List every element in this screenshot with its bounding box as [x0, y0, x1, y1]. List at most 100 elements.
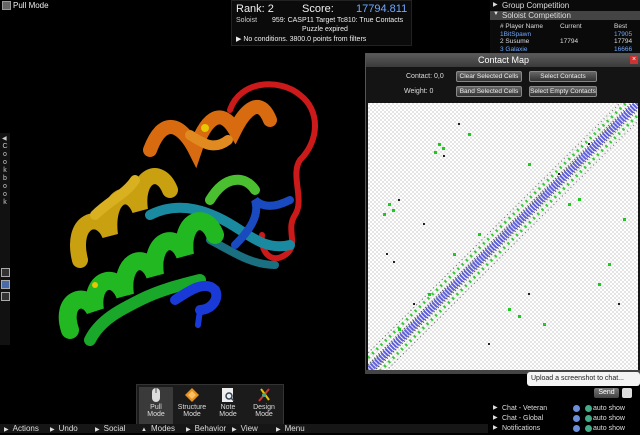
player-best: 16666 [614, 45, 633, 53]
player-name[interactable]: 3 Galaxie [500, 46, 527, 53]
view-menu[interactable]: ▶ View [232, 424, 258, 433]
toggle-icon[interactable] [585, 425, 592, 432]
group-competition-toggle[interactable]: ▶ Group Competition [490, 1, 640, 10]
score-value: 17794.811 [356, 3, 408, 15]
menu-label: View [240, 424, 258, 433]
mode-label: Pull [150, 404, 162, 411]
chat-channel-name: Chat - Veteran [502, 405, 548, 412]
chevron-right-icon: ▶ [493, 2, 498, 8]
chat-channel-name: Notifications [502, 425, 541, 432]
chevron-left-icon: ◀ [2, 136, 7, 142]
chevron-right-icon: ▶ [50, 427, 55, 433]
pull-mode-icon [2, 1, 11, 11]
recipe-icon[interactable] [1, 268, 10, 277]
mode-label: Mode [147, 411, 165, 418]
chevron-down-icon: ▼ [493, 11, 499, 17]
cookbook-letter: k [3, 199, 7, 206]
pull-mode-indicator[interactable]: Pull Mode [2, 1, 49, 11]
col-header: Best [614, 23, 628, 30]
select-empty-contacts-button[interactable]: Select Empty Contacts [529, 86, 597, 97]
undo-menu[interactable]: ▶ Undo [50, 424, 78, 433]
chat-channel-name: Chat - Global [502, 415, 544, 422]
chevron-right-icon: ▶ [186, 427, 191, 433]
mouse-icon [152, 388, 160, 402]
chevron-right-icon: ▶ [493, 415, 498, 421]
chevron-up-icon: ▲ [141, 427, 147, 433]
note-mode-button[interactable]: Note Mode [211, 387, 245, 425]
cookbook-letter: o [3, 151, 7, 158]
chevron-right-icon: ▶ [95, 427, 100, 433]
weight-readout: Weight: 0 [404, 88, 434, 95]
col-header: Current [560, 23, 582, 30]
puzzle-expired: Puzzle expired [302, 26, 348, 33]
conditions-toggle[interactable]: ▶ No conditions. 3800.0 points from filt… [236, 35, 366, 43]
player-name[interactable]: 1BitSpawn [500, 31, 531, 38]
screenshot-icon[interactable] [622, 388, 632, 398]
menu-label: Menu [284, 424, 305, 433]
toggle-icon[interactable] [585, 405, 592, 412]
cookbook-letter: o [3, 183, 7, 190]
chat-channel-veteran[interactable]: ▶ Chat - Veteran auto show [490, 404, 640, 413]
pull-mode-label: Pull Mode [13, 1, 49, 10]
menu-label: Undo [58, 424, 78, 433]
design-mode-button[interactable]: Design Mode [247, 387, 281, 425]
behavior-menu[interactable]: ▶ Behavior [186, 424, 226, 433]
cookbook-letter: o [3, 159, 7, 166]
close-icon[interactable]: × [630, 56, 638, 64]
chat-input[interactable]: Upload a screenshot to chat... [527, 372, 640, 386]
mode-label: Mode [255, 411, 273, 418]
chevron-right-icon: ▶ [276, 427, 281, 433]
modes-panel: Pull Mode Structure Mode Note Mode Desig… [136, 384, 284, 426]
info-icon[interactable] [573, 415, 580, 422]
pull-mode-button[interactable]: Pull Mode [139, 387, 173, 425]
auto-show-label: auto show [593, 415, 625, 422]
chat-channel-notifications[interactable]: ▶ Notifications auto show [490, 424, 640, 433]
clear-selected-cells-button[interactable]: Clear Selected Cells [456, 71, 522, 82]
info-icon[interactable] [573, 425, 580, 432]
contact-map-grid[interactable] [368, 103, 638, 371]
menu-label: Modes [150, 424, 175, 433]
structure-icon [185, 388, 199, 402]
mode-label: Mode [219, 411, 237, 418]
band-selected-cells-button[interactable]: Band Selected Cells [456, 86, 522, 97]
edit-icon[interactable] [1, 292, 10, 301]
soloist-competition-label: Soloist Competition [502, 11, 571, 20]
player-best: 17794 [614, 38, 633, 45]
contact-readout: Contact: 0,0 [406, 73, 444, 80]
table-row[interactable]: 2 Susume 17794 17794 [500, 38, 640, 46]
send-button[interactable]: Send [594, 388, 619, 398]
chevron-right-icon: ▶ [493, 425, 498, 431]
chat-channel-global[interactable]: ▶ Chat - Global auto show [490, 414, 640, 423]
folder-icon[interactable] [1, 280, 10, 289]
table-header: # Player Name Current Best [500, 23, 640, 31]
note-icon [222, 388, 235, 402]
social-menu[interactable]: ▶ Social [95, 424, 125, 433]
soloist-label: Soloist [236, 17, 258, 24]
modes-menu[interactable]: ▲ Modes [141, 424, 175, 433]
rank: Rank: 2 [236, 3, 274, 15]
auto-show-label: auto show [593, 405, 625, 412]
actions-menu[interactable]: ▶ Actions [4, 424, 39, 433]
table-row[interactable]: 1BitSpawn 17905 [500, 31, 640, 39]
structure-mode-button[interactable]: Structure Mode [175, 387, 209, 425]
contact-map-title: Contact Map [477, 55, 530, 65]
toggle-icon[interactable] [585, 415, 592, 422]
player-name[interactable]: 2 Susume [500, 38, 529, 45]
select-contacts-button[interactable]: Select Contacts [529, 71, 597, 82]
contact-map-title-bar[interactable]: Contact Map [366, 54, 640, 67]
mode-label: Structure [177, 404, 207, 411]
table-row[interactable]: 3 Galaxie 16666 [500, 46, 640, 54]
cookbook-panel[interactable]: ◀ C o o k b o o k [0, 133, 10, 345]
info-icon[interactable] [573, 405, 580, 412]
protein-structure[interactable] [0, 0, 365, 380]
cookbook-letter: C [2, 143, 8, 150]
chevron-right-icon: ▶ [4, 427, 9, 433]
cookbook-letter: o [3, 191, 7, 198]
soloist-competition-toggle[interactable]: ▼ Soloist Competition [490, 11, 640, 20]
chevron-right-icon: ▶ [232, 427, 237, 433]
mode-label: Design [253, 404, 275, 411]
score-panel: Rank: 2 Score: 17794.811 Soloist 959: CA… [231, 0, 412, 46]
main-menu[interactable]: ▶ Menu [276, 424, 305, 433]
bottom-menu-bar: ▶ Actions ▶ Undo ▶ Social ▲ Modes ▶ Behavior … [0, 424, 488, 433]
menu-label: Behavior [194, 424, 227, 433]
